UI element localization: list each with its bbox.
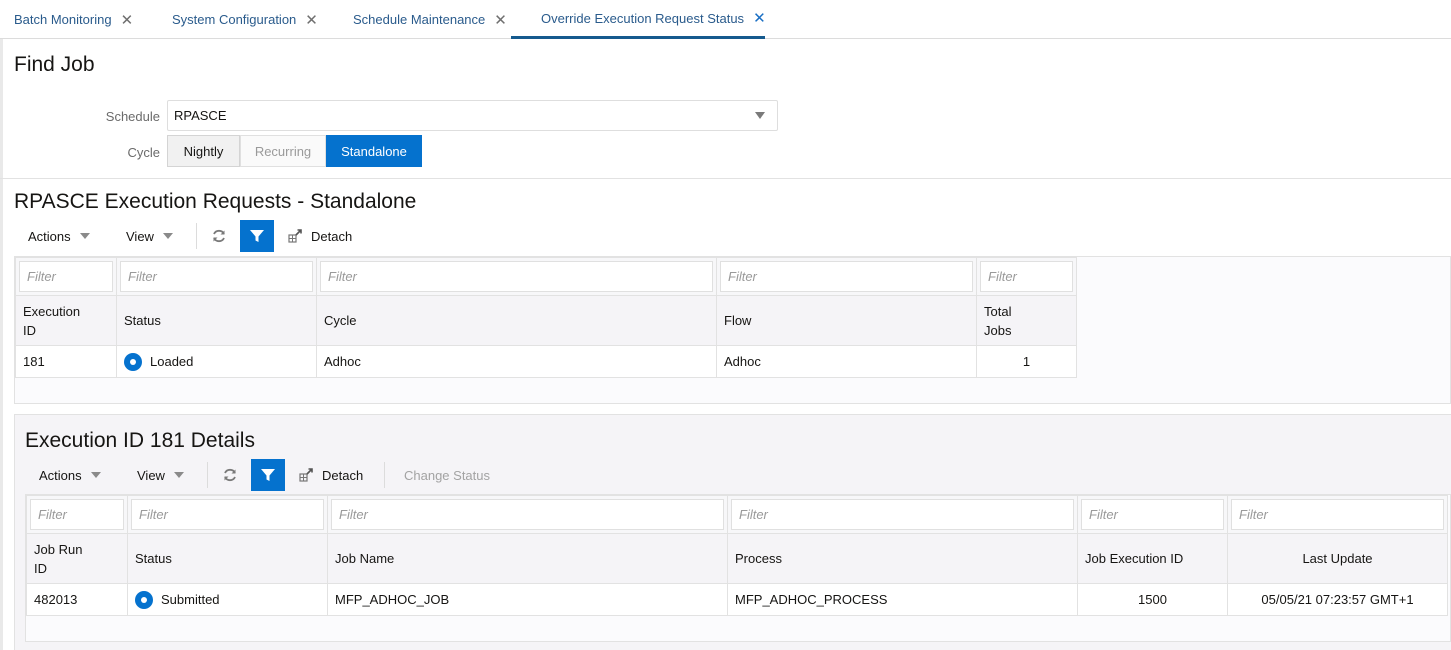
column-header-process[interactable]: Process [727,533,1078,584]
cell-total-jobs: 1 [976,345,1077,378]
filter-toggle-button[interactable] [240,220,274,252]
filter-job-run-id-input[interactable]: Filter [30,499,124,530]
close-icon[interactable]: ✕ [305,11,318,29]
cell-job-name: MFP_ADHOC_JOB [327,583,728,616]
toolbar-separator [384,462,385,488]
details-detach-button[interactable]: Detach [299,460,363,490]
find-job-title: Find Job [14,53,95,76]
column-header-flow[interactable]: Flow [716,295,977,346]
tab-batch-monitoring[interactable]: Batch Monitoring ✕ [14,0,133,39]
detach-label: Detach [322,467,364,483]
filter-process-input[interactable]: Filter [731,499,1074,530]
cell-flow: Adhoc [716,345,977,378]
column-header-last-update[interactable]: Last Update [1227,533,1448,584]
filter-flow-input[interactable]: Filter [720,261,973,292]
filter-execution-id-input[interactable]: Filter [19,261,113,292]
cell-last-update: 05/05/21 07:23:57 GMT+1 [1227,583,1448,616]
close-icon[interactable]: ✕ [121,11,134,29]
filter-last-update-input[interactable]: Filter [1231,499,1444,530]
divider [0,178,1451,179]
header-row: Execution ID Status Cycle Flow Total Job… [15,295,1077,346]
tab-bar: Batch Monitoring ✕ System Configuration … [0,0,1451,39]
cell-cycle: Adhoc [316,345,717,378]
column-header-status[interactable]: Status [127,533,328,584]
table-row[interactable]: 482013 Submitted MFP_ADHOC_JOB MFP_ADHOC… [26,583,1448,616]
left-border [0,39,3,650]
filter-icon [250,230,264,242]
filter-row: Filter Filter Filter Filter Filter [15,257,1077,296]
cell-status: Loaded [116,345,317,378]
close-icon[interactable]: ✕ [494,11,507,29]
details-view-menu[interactable]: View [137,460,184,490]
details-title: Execution ID 181 Details [25,429,255,452]
filter-job-execution-id-input[interactable]: Filter [1081,499,1224,530]
chevron-down-icon [162,233,173,239]
chevron-down-icon [79,233,90,239]
header-row: Job Run ID Status Job Name Process Job E… [26,533,1448,584]
cell-job-execution-id: 1500 [1077,583,1228,616]
filter-total-jobs-input[interactable]: Filter [980,261,1073,292]
chevron-down-icon [90,472,101,478]
filter-job-name-input[interactable]: Filter [331,499,724,530]
column-header-cycle[interactable]: Cycle [316,295,717,346]
cycle-nightly-button[interactable]: Nightly [167,135,240,167]
detach-label: Detach [311,228,353,244]
status-submitted-icon [135,590,153,609]
tab-schedule-maintenance[interactable]: Schedule Maintenance ✕ [353,0,507,39]
column-header-total-jobs[interactable]: Total Jobs [976,295,1077,346]
filter-row: Filter Filter Filter Filter Filter Filte… [26,495,1448,534]
schedule-label: Schedule [105,109,160,124]
details-table: Filter Filter Filter Filter Filter Filte… [25,494,1451,642]
view-label: View [137,467,165,483]
requests-title: RPASCE Execution Requests - Standalone [14,190,417,213]
schedule-value: RPASCE [174,108,227,123]
tab-label: Schedule Maintenance [353,12,486,27]
schedule-select[interactable]: RPASCE [167,100,778,131]
status-loaded-icon [124,352,142,371]
tab-override-execution-request-status[interactable]: Override Execution Request Status ✕ [511,0,766,39]
toolbar-separator [207,462,208,488]
chevron-down-icon [173,472,184,478]
filter-status-input[interactable]: Filter [120,261,313,292]
cell-status: Submitted [127,583,328,616]
cycle-label: Cycle [127,145,160,160]
chevron-down-icon [755,112,765,119]
tab-label: Batch Monitoring [14,12,112,27]
column-header-job-execution-id[interactable]: Job Execution ID [1077,533,1228,584]
actions-menu[interactable]: Actions [28,221,90,251]
refresh-icon[interactable] [220,465,240,485]
details-filter-toggle-button[interactable] [251,459,285,491]
table-row[interactable]: 181 Loaded Adhoc Adhoc 1 [15,345,1077,378]
view-menu[interactable]: View [126,221,173,251]
filter-status-input[interactable]: Filter [131,499,324,530]
filter-cycle-input[interactable]: Filter [320,261,713,292]
status-text: Submitted [161,592,220,607]
detach-icon [288,229,302,243]
filter-icon [261,469,275,481]
tab-label: System Configuration [172,12,297,27]
close-icon[interactable]: ✕ [753,9,766,27]
cell-execution-id: 181 [15,345,117,378]
cycle-standalone-button[interactable]: Standalone [326,135,422,167]
detach-icon [299,468,313,482]
column-header-job-run-id[interactable]: Job Run ID [26,533,128,584]
tab-label: Override Execution Request Status [541,10,745,26]
requests-table: Filter Filter Filter Filter Filter Execu… [14,256,1451,404]
column-header-status[interactable]: Status [116,295,317,346]
details-actions-menu[interactable]: Actions [39,460,101,490]
status-text: Loaded [150,354,194,369]
actions-label: Actions [28,228,71,244]
tab-system-configuration[interactable]: System Configuration ✕ [172,0,318,39]
cell-job-run-id: 482013 [26,583,128,616]
change-status-button[interactable]: Change Status [404,460,490,490]
column-header-job-name[interactable]: Job Name [327,533,728,584]
detach-button[interactable]: Detach [288,221,352,251]
cell-process: MFP_ADHOC_PROCESS [727,583,1078,616]
view-label: View [126,228,154,244]
refresh-icon[interactable] [209,226,229,246]
column-header-execution-id[interactable]: Execution ID [15,295,117,346]
toolbar-separator [196,223,197,249]
cycle-recurring-button[interactable]: Recurring [240,135,326,167]
actions-label: Actions [39,467,82,483]
